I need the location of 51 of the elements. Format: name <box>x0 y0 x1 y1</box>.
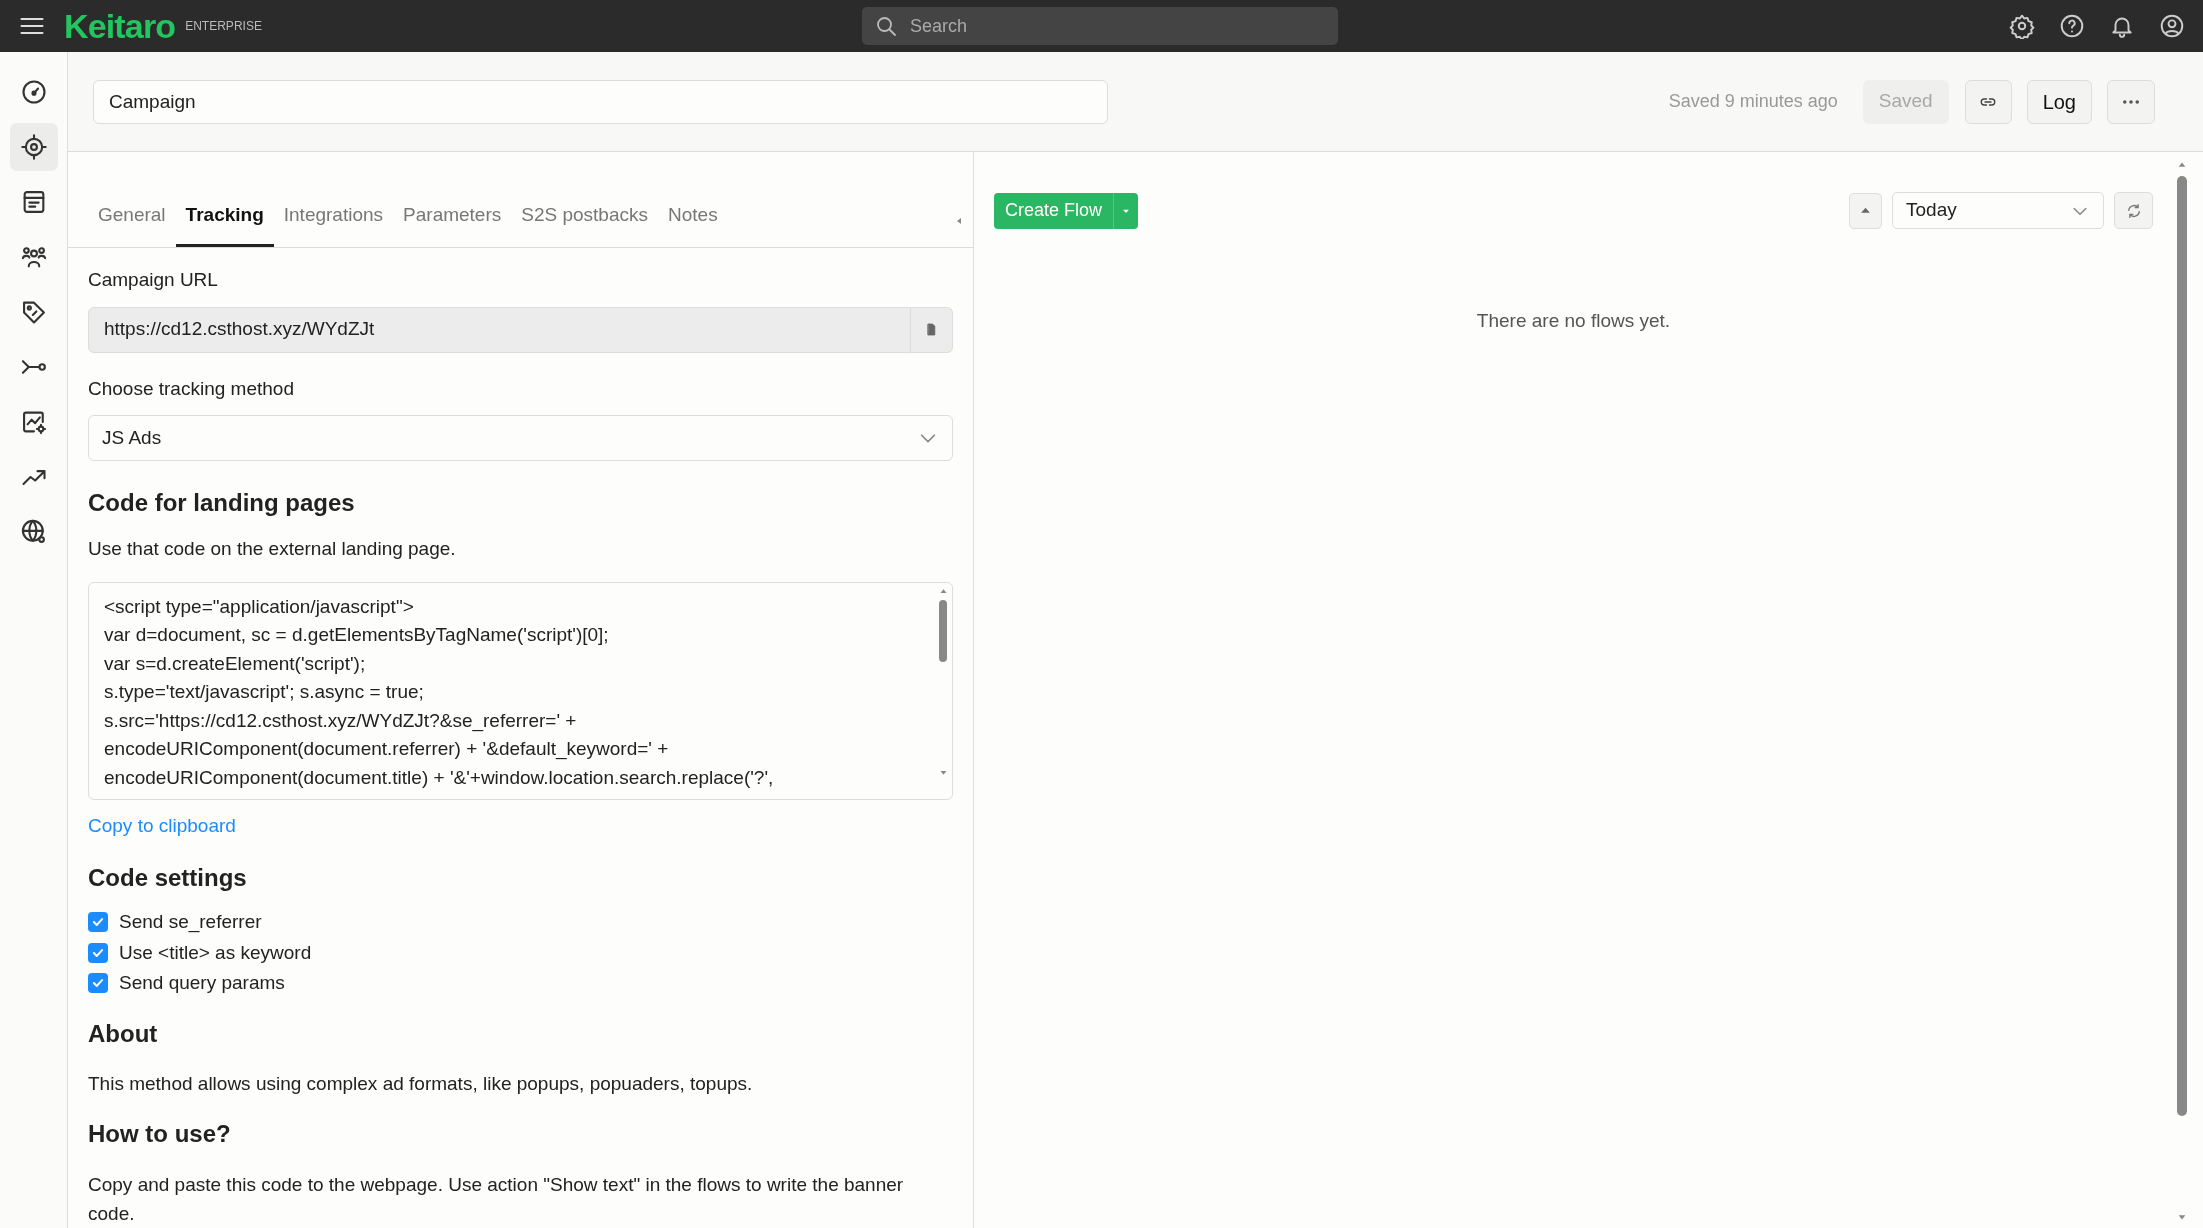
search-field[interactable]: Search <box>861 7 1338 45</box>
scrollbar-thumb[interactable] <box>2177 176 2187 1116</box>
campaign-url-field[interactable]: https://cd12.csthost.xyz/WYdZJt <box>88 306 911 353</box>
globe-icon <box>19 518 48 546</box>
create-flow-button[interactable]: Create Flow <box>994 192 1139 229</box>
tab[interactable]: Notes <box>658 200 728 247</box>
tab[interactable]: General <box>88 200 176 247</box>
tab[interactable]: Parameters <box>393 200 512 247</box>
empty-state-text: There are no flows yet. <box>1476 309 1671 333</box>
help-icon[interactable] <box>2059 13 2085 39</box>
checkbox-label: Send se_referrer <box>119 910 262 935</box>
tracking-method-select[interactable]: JS Ads <box>88 415 953 461</box>
howto-text: Copy and paste this code to the webpage. Use action "Show text" in the flows to write the banner code. <box>88 1173 905 1226</box>
period-select[interactable]: Today <box>1892 192 2104 229</box>
link-button[interactable] <box>1964 79 2012 124</box>
checkbox-label: Send query params <box>119 971 285 995</box>
code-text: <script type="application/javascript"> var d=document, sc = d.getElementsByTagName('script')[0]; var s=d.createElement('script'); s.type='text/javascript'; s.async = true; s.src='https://cd12.csthost.xyz/WYdZJt?&se_referrer=' + encodeURIComponent(document.referrer) + '&default_keyword=' + encodeURIComponent(document.title) + '&'+window.location.search.replace('?', <box>103 594 775 790</box>
tab[interactable]: Integrations <box>273 200 394 247</box>
field-label: Campaign URL <box>88 268 219 292</box>
refresh-button[interactable] <box>2114 192 2153 229</box>
settings-icon[interactable] <box>2009 13 2035 39</box>
section-heading: How to use? <box>88 1119 232 1149</box>
user-icon[interactable] <box>2159 13 2185 39</box>
file-icon <box>925 323 938 336</box>
gauge-icon <box>19 78 48 106</box>
about-text: This method allows using complex ad formats, like popups, popuaders, topups. <box>88 1071 754 1096</box>
checkbox[interactable] <box>88 973 108 994</box>
tab[interactable]: Tracking <box>175 200 274 247</box>
target-icon <box>19 133 48 161</box>
scroll-down-icon <box>2176 1212 2188 1222</box>
code-textarea[interactable] <box>88 581 953 800</box>
field-label: Choose tracking method <box>88 376 295 401</box>
saved-time-text: Saved 9 minutes ago <box>1668 90 1838 113</box>
scrollbar-thumb[interactable] <box>939 599 947 662</box>
edition-label: ENTERPRISE <box>185 18 262 35</box>
campaign-name-field[interactable]: Campaign <box>93 79 1108 124</box>
checkbox-label: Use <title> as keyword <box>119 940 312 965</box>
section-heading: Code for landing pages <box>88 488 356 518</box>
logo[interactable]: Keitaro <box>64 9 176 43</box>
section-heading: About <box>88 1018 159 1049</box>
scroll-up-icon <box>2176 160 2188 170</box>
hint-text: Use that code on the external landing page. <box>88 537 457 561</box>
checkbox[interactable] <box>88 942 108 963</box>
copy-button[interactable] <box>911 306 953 353</box>
log-button[interactable]: Log <box>2026 79 2092 124</box>
tab[interactable]: S2S postbacks <box>511 200 658 247</box>
more-icon <box>2123 99 2139 104</box>
sidebar-item[interactable] <box>9 123 58 171</box>
section-heading: Code settings <box>88 863 248 893</box>
checkbox[interactable] <box>88 912 108 933</box>
copy-link[interactable]: Copy to clipboard <box>88 811 236 840</box>
